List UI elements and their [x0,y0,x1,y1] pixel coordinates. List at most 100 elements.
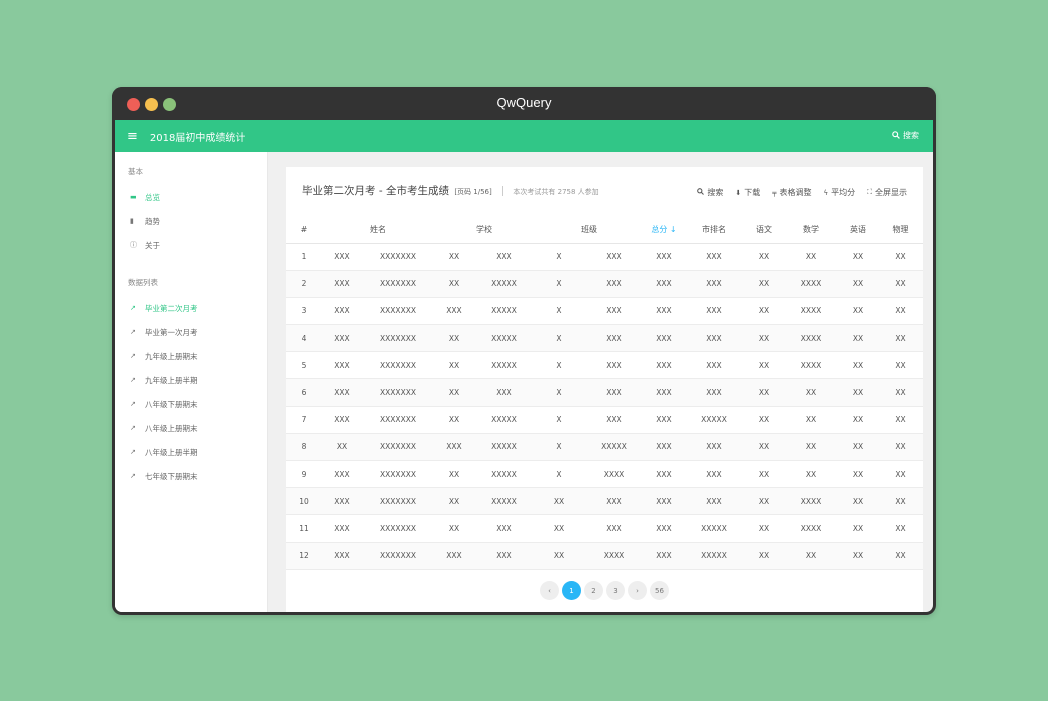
table-row[interactable]: 10 XXX XXXXXXX XX XXXXX XX XXX XXX XXX XX XXXX XX XX [286,487,923,516]
fullscreen-icon: ⛶ [867,188,872,196]
table-cell: XXX [684,243,744,271]
table-row[interactable]: 3 XXX XXXXXXX XXX XXXXX X XXX XXX XXX XX XXXX XX XX [286,297,923,326]
table-row[interactable]: 6 XXX XXXXXXX XX XXX X XXX XXX XXX XX XX XX XX [286,378,923,407]
table-cell: XXX [322,324,362,353]
table-cell: XXX [584,297,644,326]
table-adjust-button[interactable]: ╤ 表格调整 [772,187,811,198]
table-cell: XXXXX [474,406,534,434]
table-cell: XX [784,433,838,462]
participant-count: 本次考试共有 2758 人参加 [513,188,599,196]
column-header-index[interactable]: # [286,217,322,244]
table-cell: XX [838,351,878,380]
column-header-school[interactable]: 学校 [434,217,534,244]
table-cell: XX [878,243,923,271]
sidebar-item-about[interactable]: ⓘ 关于 [115,233,267,257]
table-cell: XXX [644,433,684,462]
table-cell: XXX [584,324,644,353]
sidebar-item-label: 九年级上册期末 [145,351,198,361]
search-label: 搜索 [707,188,724,197]
table-row[interactable]: 4 XXX XXXXXXX XX XXXXX X XXX XXX XXX XX XXXX XX XX [286,324,923,353]
table-cell: XXX [644,406,684,434]
sidebar-item-label: 八年级上册半期 [145,447,198,457]
page-button-3[interactable]: 3 [606,581,625,600]
search-button[interactable]: 搜索 [697,187,723,198]
hamburger-menu-icon[interactable]: ≡ [127,130,138,143]
trend-icon: ↗ [130,472,136,480]
column-header-class[interactable]: 班级 [534,217,644,244]
table-cell: 6 [286,378,322,407]
sidebar-item-label: 毕业第一次月考 [145,327,198,337]
fullscreen-button[interactable]: ⛶ 全屏显示 [867,187,907,198]
page-button-2[interactable]: 2 [584,581,603,600]
bar-chart-icon: ▮ [130,217,134,225]
trend-icon: ↗ [130,376,136,384]
average-button[interactable]: ϟ 平均分 [823,187,855,198]
table-row[interactable]: 12 XXX XXXXXXX XXX XXX XX XXXX XXX XXXXX XX XX XX XX [286,542,923,570]
table-cell: XX [838,542,878,570]
table-cell: XX [534,542,584,570]
table-row[interactable]: 11 XXX XXXXXXX XX XXX XX XXX XXX XXXXX XX XXXX XX XX [286,514,923,543]
table-cell: XX [434,487,474,516]
column-header-city-rank[interactable]: 市排名 [684,217,744,244]
lightning-icon: ϟ [823,188,829,197]
app-title: 2018届初中成绩统计 [149,132,246,144]
next-page-button[interactable]: › [628,581,647,600]
table-row[interactable]: 9 XXX XXXXXXX XX XXXXX X XXXX XXX XXX XX XX XX XX [286,460,923,489]
table-cell: XX [878,487,923,516]
table-cell: 7 [286,406,322,434]
table-cell: XXXXXXX [362,324,434,353]
table-cell: XX [838,460,878,489]
sidebar-item-exam[interactable]: ↗ 九年级上册期末 [115,344,267,368]
sidebar-item-exam[interactable]: ↗ 毕业第一次月考 [115,320,267,344]
column-header-physics[interactable]: 物理 [878,217,923,244]
table-cell: XX [878,297,923,326]
column-header-total[interactable]: 总分 ↓ [644,217,684,244]
app-search-button[interactable]: 搜索 [892,130,919,141]
sidebar-item-exam[interactable]: ↗ 九年级上册半期 [115,368,267,392]
prev-page-button[interactable]: ‹ [540,581,559,600]
table-adjust-label: 表格调整 [779,188,812,197]
table-cell: XXXXXXX [362,433,434,462]
page-button-1[interactable]: 1 [562,581,581,600]
table-cell: XX [784,378,838,407]
download-button[interactable]: ⬇ 下载 [735,187,760,198]
column-header-chinese[interactable]: 语文 [744,217,784,244]
table-cell: XXXXXXX [362,297,434,326]
table-row[interactable]: 7 XXX XXXXXXX XX XXXXX X XXX XXX XXXXX XX XX XX XX [286,406,923,434]
table-row[interactable]: 8 XX XXXXXXX XXX XXXXX X XXXXX XXX XXX XX XX XX XX [286,433,923,462]
column-header-english[interactable]: 英语 [838,217,878,244]
table-cell: XXXXXXX [362,460,434,489]
app-search-label: 搜索 [903,131,919,140]
table-cell: XXXXX [474,487,534,516]
sidebar-item-exam[interactable]: ↗ 八年级上册半期 [115,440,267,464]
last-page-button[interactable]: 56 [650,581,669,600]
trend-icon: ↗ [130,328,136,336]
table-row[interactable]: 5 XXX XXXXXXX XX XXXXX X XXX XXX XXX XX XXXX XX XX [286,351,923,380]
table-cell: XXXX [584,542,644,570]
table-cell: XXX [644,270,684,298]
sidebar-item-exam[interactable]: ↗ 毕业第二次月考 [115,296,267,320]
sidebar-item-label: 七年级下册期末 [145,471,198,481]
column-header-math[interactable]: 数学 [784,217,838,244]
table-cell: XXX [584,378,644,407]
sidebar-item-exam[interactable]: ↗ 八年级上册期末 [115,416,267,440]
column-header-name[interactable]: 姓名 [322,217,434,244]
table-cell: 9 [286,460,322,489]
sidebar-item-exam[interactable]: ↗ 八年级下册期末 [115,392,267,416]
table-cell: XX [434,243,474,271]
sidebar-item-overview[interactable]: ▬ 总览 [115,185,267,209]
window-title: QwQuery [496,95,552,110]
window-titlebar[interactable]: QwQuery [112,87,936,120]
page-title: 毕业第二次月考 - 全市考生成绩 [页码 1/56] 本次考试共有 2758 人… [302,183,599,198]
table-cell: XXXXX [474,433,534,462]
table-cell: XXX [584,270,644,298]
toolbar: 搜索 ⬇ 下载 ╤ 表格调整 ϟ 平均分 ⛶ 全屏显示 [697,187,907,198]
sidebar-item-trend[interactable]: ▮ 趋势 [115,209,267,233]
table-cell: XXXX [784,351,838,380]
table-cell: XX [744,351,784,380]
table-row[interactable]: 1 XXX XXXXXXX XX XXX X XXX XXX XXX XX XX XX XX [286,243,923,271]
sidebar-item-exam[interactable]: ↗ 七年级下册期末 [115,464,267,488]
table-cell: X [534,406,584,434]
table-row[interactable]: 2 XXX XXXXXXX XX XXXXX X XXX XXX XXX XX XXXX XX XX [286,270,923,298]
table-cell: XX [878,270,923,298]
